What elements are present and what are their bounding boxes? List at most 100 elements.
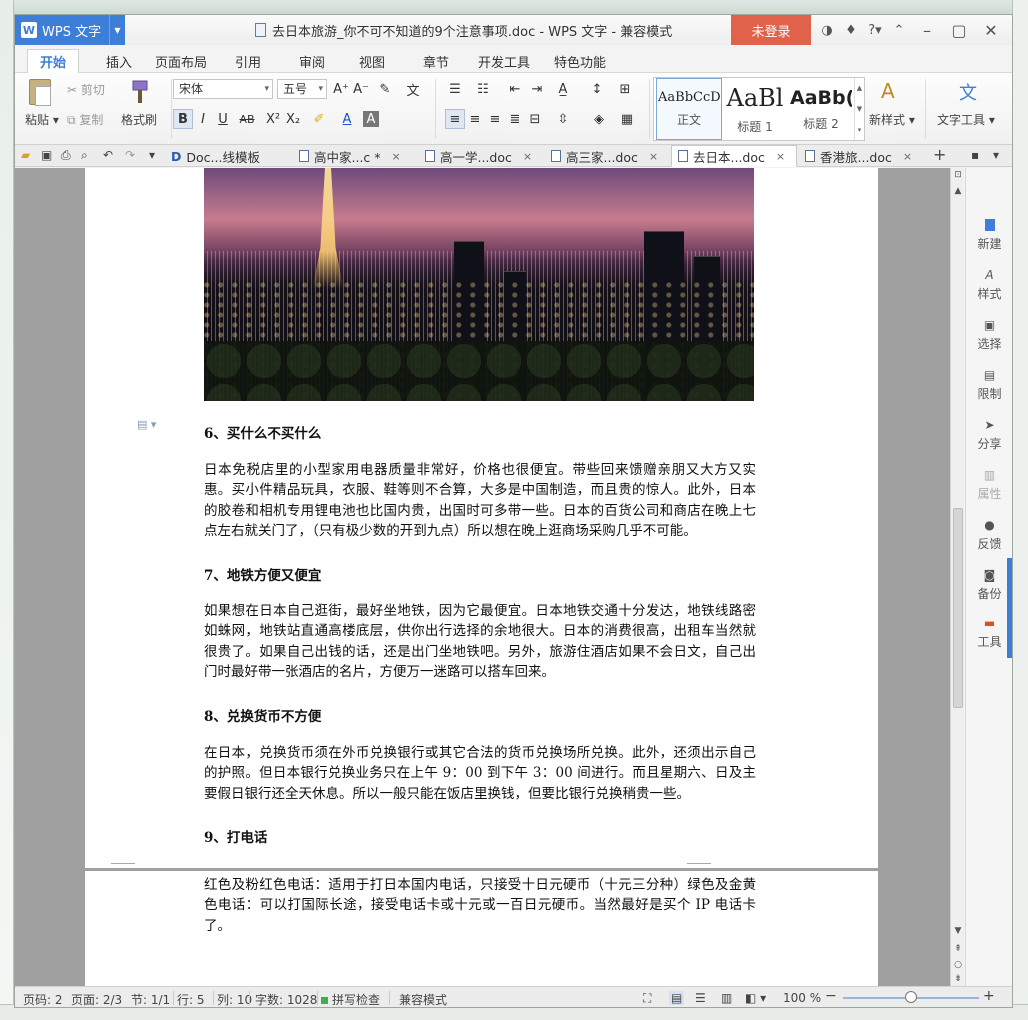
clear-format-icon[interactable]: ✎ <box>375 79 395 99</box>
distribute-icon[interactable]: ⊟ <box>525 109 545 129</box>
next-page-icon[interactable]: ⇟ <box>951 974 965 984</box>
style-normal[interactable]: AaBbCcD 正文 <box>656 78 722 140</box>
document-canvas[interactable]: ▤ ▾ 6、买什么不买什么 日本免税店里的小型家用电器质量非常好，价格也很便宜。… <box>15 168 950 986</box>
tab-special-features[interactable]: 特色功能 <box>549 49 611 73</box>
web-view-icon[interactable]: ▥ <box>721 991 732 1005</box>
style-heading-1[interactable]: AaBl 标题 1 <box>722 78 788 140</box>
style-heading-2[interactable]: AaBb( 标题 2 <box>788 78 854 140</box>
tab-menu-icon[interactable]: ▾ <box>993 148 999 162</box>
tab-view[interactable]: 视图 <box>347 49 397 73</box>
quick-access-dropdown-icon[interactable]: ▾ <box>149 148 155 162</box>
undo-icon[interactable]: ↶ <box>103 148 113 162</box>
split-icon[interactable]: ⊡ <box>951 170 965 180</box>
pane-select[interactable]: ▣ 选择 <box>966 318 1012 352</box>
wps-app-menu-button[interactable]: W WPS 文字 ▼ <box>15 15 125 45</box>
spell-check-toggle[interactable]: 拼写检查 <box>321 991 380 1007</box>
text-direction-icon[interactable]: A̲ <box>553 79 573 99</box>
numbering-icon[interactable]: ☷ <box>473 79 493 99</box>
tab-chapter[interactable]: 章节 <box>411 49 461 73</box>
fullscreen-view-icon[interactable]: ⛶ <box>643 991 651 1006</box>
styles-scroll[interactable]: ▲ ▼ ▾ <box>854 78 864 140</box>
close-tab-icon[interactable]: × <box>903 150 912 163</box>
tokyo-tower-night-photo[interactable] <box>204 168 754 401</box>
redo-icon[interactable]: ↷ <box>125 148 135 162</box>
doc-tab-2[interactable]: 高中家...c * × <box>293 145 417 167</box>
save-icon[interactable]: ▣ <box>41 148 52 162</box>
italic-icon[interactable]: I <box>193 109 213 129</box>
scroll-thumb[interactable] <box>953 508 963 708</box>
font-size-select[interactable]: 五号 <box>277 79 327 99</box>
tab-list-icon[interactable]: ▪ <box>971 148 979 162</box>
close-tab-icon[interactable]: × <box>649 150 658 163</box>
status-word-count[interactable]: 字数: 1028 <box>255 991 317 1007</box>
bold-icon[interactable]: B <box>173 109 193 129</box>
login-button[interactable]: 未登录 <box>731 15 811 45</box>
collapse-ribbon-icon[interactable]: ⌃ <box>887 23 911 38</box>
tab-insert[interactable]: 插入 <box>93 49 145 73</box>
tab-references[interactable]: 引用 <box>223 49 273 73</box>
tab-home[interactable]: 开始 <box>27 49 79 73</box>
highlight-icon[interactable]: ✐ <box>309 109 329 129</box>
zoom-slider-knob[interactable] <box>905 991 917 1003</box>
new-style-button[interactable]: 新样式 ▾ <box>869 111 915 128</box>
minimize-icon[interactable]: – <box>911 21 943 40</box>
bullets-icon[interactable]: ☰ <box>445 79 465 99</box>
cut-button[interactable]: ✂ 剪切 <box>67 81 105 98</box>
align-right-icon[interactable]: ≡ <box>485 109 505 129</box>
char-shading-icon[interactable]: A <box>363 111 379 127</box>
close-tab-icon[interactable]: × <box>523 150 532 163</box>
print-preview-icon[interactable]: ⌕ <box>81 148 88 163</box>
tab-review[interactable]: 审阅 <box>287 49 337 73</box>
font-name-select[interactable]: 宋体 <box>173 79 273 99</box>
shading-icon[interactable]: ◈ <box>589 109 609 129</box>
tab-page-layout[interactable]: 页面布局 <box>149 49 213 73</box>
close-icon[interactable]: ✕ <box>975 21 1007 40</box>
pane-feedback[interactable]: ● 反馈 <box>966 518 1012 552</box>
borders-icon[interactable]: ▦ <box>617 109 637 129</box>
superscript-icon[interactable]: X² <box>263 109 283 129</box>
doc-tab-3[interactable]: 高一学...doc × <box>419 145 543 167</box>
prev-page-icon[interactable]: ⇞ <box>951 944 965 954</box>
scroll-down-icon[interactable]: ▼ <box>951 926 965 936</box>
print-icon[interactable]: ⎙ <box>61 148 71 163</box>
pane-styles[interactable]: A 样式 <box>966 268 1012 302</box>
pane-new[interactable]: 新建 <box>966 218 1012 252</box>
text-tools-icon[interactable]: 文 <box>959 79 977 105</box>
copy-button[interactable]: ⧉ 复制 <box>67 111 103 128</box>
line-spacing-icon[interactable]: ⇳ <box>553 109 573 129</box>
doc-tab-active[interactable]: 去日本...doc × <box>671 145 797 167</box>
doc-tab-1[interactable]: D Doc...线模板 <box>165 145 291 167</box>
grow-font-icon[interactable]: A⁺ <box>331 79 351 99</box>
new-style-icon[interactable]: A <box>881 79 895 103</box>
table-icon[interactable]: ⊞ <box>615 79 635 99</box>
pane-restrict[interactable]: ▤ 限制 <box>966 368 1012 402</box>
increase-indent-icon[interactable]: ⇥ <box>527 79 547 99</box>
text-tools-button[interactable]: 文字工具 ▾ <box>937 111 995 128</box>
sort-icon[interactable]: ↕ <box>587 79 607 99</box>
paste-button[interactable]: 粘贴 ▾ <box>25 111 59 128</box>
justify-icon[interactable]: ≣ <box>505 109 525 129</box>
paragraph-handle-icon[interactable]: ▤ ▾ <box>137 418 156 431</box>
scroll-up-icon[interactable]: ▲ <box>951 186 965 196</box>
shrink-font-icon[interactable]: A⁻ <box>351 79 371 99</box>
close-tab-icon[interactable]: × <box>392 150 401 163</box>
reading-view-icon[interactable]: ◧ ▾ <box>745 991 766 1005</box>
shirt-icon[interactable]: ♦ <box>839 23 863 38</box>
new-tab-plus-icon[interactable]: + <box>933 145 946 164</box>
doc-tab-6[interactable]: 香港旅...doc × <box>799 145 923 167</box>
close-tab-icon[interactable]: × <box>776 150 785 163</box>
clipboard-icon[interactable] <box>29 79 51 106</box>
page-view-icon[interactable]: ▤ <box>669 991 685 1005</box>
zoom-in-icon[interactable]: + <box>983 988 995 1004</box>
font-color-icon[interactable]: A <box>337 109 357 129</box>
zoom-level[interactable]: 100 % <box>783 991 821 1005</box>
doc-tab-4[interactable]: 高三家...doc × <box>545 145 669 167</box>
maximize-icon[interactable]: ▢ <box>943 21 975 40</box>
pane-backup[interactable]: ◙ 备份 <box>966 568 1012 602</box>
vertical-scrollbar[interactable]: ⊡ ▲ ▼ ⇞ ○ ⇟ <box>950 168 964 986</box>
pane-tools[interactable]: ▬ 工具 <box>966 616 1012 650</box>
subscript-icon[interactable]: X₂ <box>283 109 303 129</box>
underline-icon[interactable]: U <box>213 109 233 129</box>
decrease-indent-icon[interactable]: ⇤ <box>505 79 525 99</box>
pane-share[interactable]: ➤ 分享 <box>966 418 1012 452</box>
